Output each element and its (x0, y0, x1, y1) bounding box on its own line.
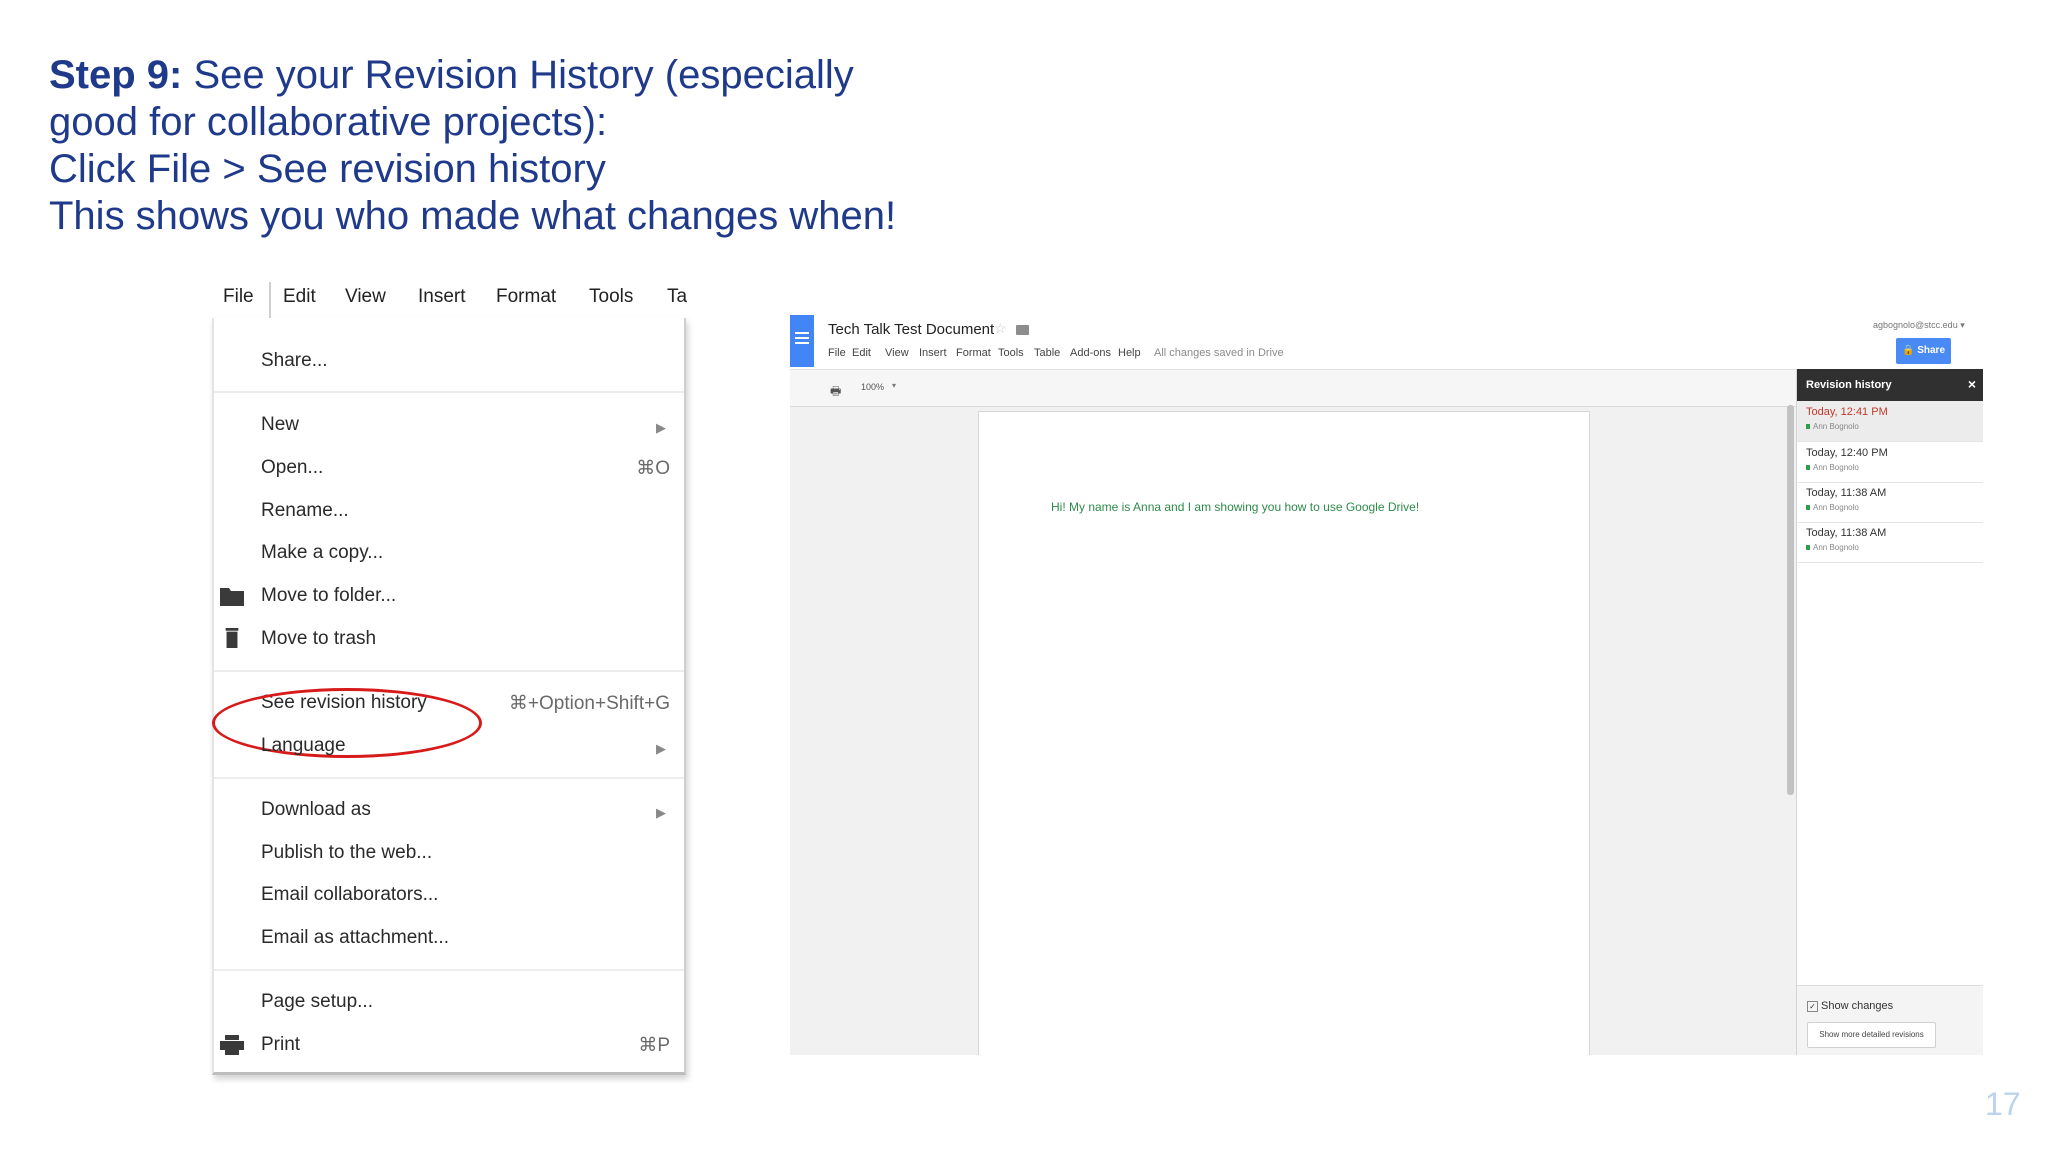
docs-screenshot: Tech Talk Test Document ☆ File Edit View… (790, 313, 1983, 1055)
menu-item-download-as[interactable]: Download as (261, 799, 371, 821)
revision-panel-header: Revision history × (1797, 369, 1983, 401)
revision-history-panel: Revision history × Today, 12:41 PM Ann B… (1796, 369, 1983, 1055)
share-label: Share (1917, 345, 1946, 356)
menu-item-open[interactable]: Open... (261, 457, 323, 479)
document-title[interactable]: Tech Talk Test Document (828, 321, 994, 338)
revision-user: Ann Bognolo (1806, 503, 1859, 512)
menubar-tools[interactable]: Tools (589, 286, 633, 308)
document-body-text[interactable]: Hi! My name is Anna and I am showing you… (1051, 500, 1419, 514)
revision-item[interactable]: Today, 11:38 AM Ann Bognolo (1797, 522, 1983, 563)
document-page[interactable]: Hi! My name is Anna and I am showing you… (978, 411, 1590, 1055)
revision-item[interactable]: Today, 11:38 AM Ann Bognolo (1797, 482, 1983, 523)
docs-menu-edit[interactable]: Edit (852, 347, 871, 359)
menu-item-email-attachment[interactable]: Email as attachment... (261, 927, 449, 949)
revision-user: Ann Bognolo (1806, 422, 1859, 431)
save-status: All changes saved in Drive (1154, 347, 1284, 359)
folder-icon (220, 588, 244, 606)
menu-item-make-copy[interactable]: Make a copy... (261, 542, 383, 564)
shortcut-open: ⌘O (636, 458, 670, 479)
close-icon[interactable]: × (1968, 376, 1976, 392)
scrollbar[interactable] (1787, 405, 1794, 795)
heading-line-1-text: See your Revision History (especially (182, 53, 854, 97)
docs-menu-file[interactable]: File (828, 347, 846, 359)
menubar-format[interactable]: Format (496, 286, 556, 308)
menu-divider (214, 969, 684, 971)
heading-line-1: Step 9: See your Revision History (espec… (49, 52, 1049, 99)
heading-line-2: good for collaborative projects): (49, 100, 608, 144)
docs-menu-table[interactable]: Table (1034, 347, 1060, 359)
zoom-select[interactable]: 100% (861, 382, 884, 392)
revision-user: Ann Bognolo (1806, 543, 1859, 552)
checkbox-icon[interactable]: ✓ (1807, 1000, 1818, 1012)
show-changes-label: Show changes (1821, 1000, 1894, 1012)
chevron-down-icon[interactable]: ▾ (892, 381, 896, 390)
show-more-revisions-button[interactable]: Show more detailed revisions (1807, 1022, 1936, 1048)
revision-time: Today, 12:41 PM (1806, 406, 1888, 418)
menu-item-new[interactable]: New (261, 414, 299, 436)
shortcut-revision-history: ⌘+Option+Shift+G (508, 693, 670, 714)
menu-bar: File Edit View Insert Format Tools Ta (212, 282, 692, 318)
highlight-oval (212, 688, 482, 758)
menubar-table[interactable]: Ta (667, 286, 687, 308)
user-account[interactable]: agbognolo@stcc.edu ▾ (1873, 320, 1965, 331)
menu-item-rename[interactable]: Rename... (261, 500, 349, 522)
revision-item[interactable]: Today, 12:41 PM Ann Bognolo (1797, 401, 1983, 442)
trash-icon (225, 628, 239, 648)
star-icon[interactable]: ☆ (994, 320, 1007, 337)
revision-time: Today, 12:40 PM (1806, 447, 1888, 459)
docs-menu-help[interactable]: Help (1118, 347, 1141, 359)
docs-header: Tech Talk Test Document ☆ File Edit View… (790, 313, 1983, 369)
docs-menu-insert[interactable]: Insert (919, 347, 947, 359)
step-label: Step 9: (49, 53, 183, 97)
revision-panel-footer: ✓ Show changes Show more detailed revisio… (1797, 985, 1983, 1055)
submenu-arrow-icon: ▶ (656, 741, 666, 756)
submenu-arrow-icon: ▶ (656, 420, 666, 435)
menu-divider (214, 777, 684, 779)
user-email: agbognolo@stcc.edu (1873, 320, 1958, 330)
heading-line-4: This shows you who made what changes whe… (49, 194, 897, 238)
revision-item[interactable]: Today, 12:40 PM Ann Bognolo (1797, 442, 1983, 483)
docs-menu-format[interactable]: Format (956, 347, 991, 359)
slide-heading: Step 9: See your Revision History (espec… (49, 52, 1049, 240)
print-icon[interactable]: 🖶 (830, 382, 841, 403)
submenu-arrow-icon: ▶ (656, 805, 666, 820)
revision-time: Today, 11:38 AM (1806, 487, 1887, 499)
menu-item-move-to-trash[interactable]: Move to trash (261, 628, 376, 650)
docs-menu-addons[interactable]: Add-ons (1070, 347, 1111, 359)
menu-item-print[interactable]: Print (261, 1034, 300, 1056)
docs-menu-tools[interactable]: Tools (998, 347, 1024, 359)
share-button[interactable]: 🔒 Share (1896, 338, 1951, 364)
menu-item-email-collaborators[interactable]: Email collaborators... (261, 884, 438, 906)
shortcut-print: ⌘P (638, 1035, 670, 1056)
revision-user: Ann Bognolo (1806, 463, 1859, 472)
menubar-file[interactable]: File (223, 286, 254, 308)
file-dropdown: Share... New ▶ Open... ⌘O Rename... Make… (212, 282, 686, 1075)
show-changes-checkbox[interactable]: ✓ Show changes (1807, 1000, 1893, 1012)
menubar-insert[interactable]: Insert (418, 286, 466, 308)
menu-item-move-to-folder[interactable]: Move to folder... (261, 585, 396, 607)
menu-item-language[interactable]: Language (261, 735, 346, 757)
slide-number: 17 (1985, 1086, 2021, 1122)
revision-panel-title: Revision history (1806, 379, 1892, 391)
docs-logo-icon[interactable] (790, 315, 814, 367)
tab-divider (269, 282, 271, 318)
heading-line-3: Click File > See revision history (49, 147, 606, 191)
menubar-view[interactable]: View (345, 286, 386, 308)
menu-divider (214, 391, 684, 393)
menu-divider (214, 670, 684, 672)
menu-item-share[interactable]: Share... (261, 350, 328, 372)
folder-icon[interactable] (1016, 325, 1029, 335)
menu-item-page-setup[interactable]: Page setup... (261, 991, 373, 1013)
printer-icon (220, 1035, 244, 1055)
revision-time: Today, 11:38 AM (1806, 527, 1887, 539)
file-menu-screenshot: File Edit View Insert Format Tools Ta Sh… (212, 282, 687, 1079)
menubar-edit[interactable]: Edit (283, 286, 316, 308)
menu-item-publish[interactable]: Publish to the web... (261, 842, 432, 864)
docs-menu-view[interactable]: View (885, 347, 909, 359)
